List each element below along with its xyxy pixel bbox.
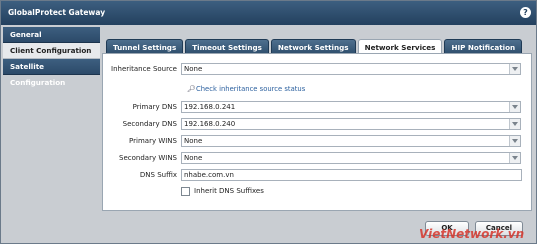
primary-wins-label: Primary WINS [129, 137, 177, 145]
sidebar-item-client-configuration[interactable]: Client Configuration [3, 43, 100, 59]
globalprotect-gateway-dialog: GlobalProtect Gateway ? General Client C… [0, 0, 537, 244]
primary-wins-row: Primary WINS None [1, 135, 537, 147]
dns-suffix-input[interactable]: nhabe.com.vn [181, 169, 522, 181]
tab-network-settings[interactable]: Network Settings [270, 39, 356, 54]
tab-timeout-settings[interactable]: Timeout Settings [185, 39, 269, 54]
check-inheritance-text: Check inheritance source status [196, 85, 306, 93]
network-services-panel [102, 53, 532, 211]
tab-bar: Tunnel Settings Timeout Settings Network… [106, 39, 524, 55]
chevron-down-icon[interactable] [509, 64, 520, 74]
primary-dns-label: Primary DNS [132, 103, 177, 111]
chevron-down-icon[interactable] [509, 136, 520, 146]
chevron-down-icon[interactable] [509, 153, 520, 163]
title-bar: GlobalProtect Gateway ? [1, 1, 536, 25]
primary-wins-select[interactable]: None [181, 135, 521, 147]
primary-wins-value: None [184, 137, 203, 145]
inherit-dns-suffixes-checkbox[interactable] [181, 187, 190, 196]
secondary-wins-label: Secondary WINS [119, 154, 177, 162]
secondary-wins-select[interactable]: None [181, 152, 521, 164]
help-icon[interactable]: ? [520, 7, 531, 18]
inheritance-source-value: None [184, 65, 203, 73]
primary-dns-value: 192.168.0.241 [184, 103, 236, 111]
check-inheritance-link[interactable]: 🔎︎Check inheritance source status [187, 85, 305, 93]
dns-suffix-label: DNS Suffix [139, 171, 177, 179]
secondary-dns-value: 192.168.0.240 [184, 120, 236, 128]
magnifier-icon: 🔎︎ [187, 85, 196, 93]
secondary-dns-row: Secondary DNS 192.168.0.240 [1, 118, 537, 130]
chevron-down-icon[interactable] [509, 119, 520, 129]
dialog-title: GlobalProtect Gateway [8, 8, 106, 17]
primary-dns-select[interactable]: 192.168.0.241 [181, 101, 521, 113]
secondary-dns-label: Secondary DNS [122, 120, 177, 128]
tab-hip-notification[interactable]: HIP Notification [444, 39, 523, 54]
inherit-dns-suffixes-label: Inherit DNS Suffixes [194, 187, 264, 195]
tab-tunnel-settings[interactable]: Tunnel Settings [106, 39, 184, 54]
secondary-wins-value: None [184, 154, 203, 162]
inheritance-source-label: Inheritance Source [111, 65, 177, 73]
secondary-wins-row: Secondary WINS None [1, 152, 537, 164]
secondary-dns-select[interactable]: 192.168.0.240 [181, 118, 521, 130]
dns-suffix-row: DNS Suffix nhabe.com.vn [1, 169, 537, 181]
watermark-logo: VietNetwork.vn [419, 227, 525, 241]
inheritance-source-select[interactable]: None [181, 63, 521, 75]
primary-dns-row: Primary DNS 192.168.0.241 [1, 101, 537, 113]
chevron-down-icon[interactable] [509, 102, 520, 112]
inheritance-source-row: Inheritance Source None [1, 63, 537, 75]
sidebar-item-general[interactable]: General [3, 27, 100, 43]
